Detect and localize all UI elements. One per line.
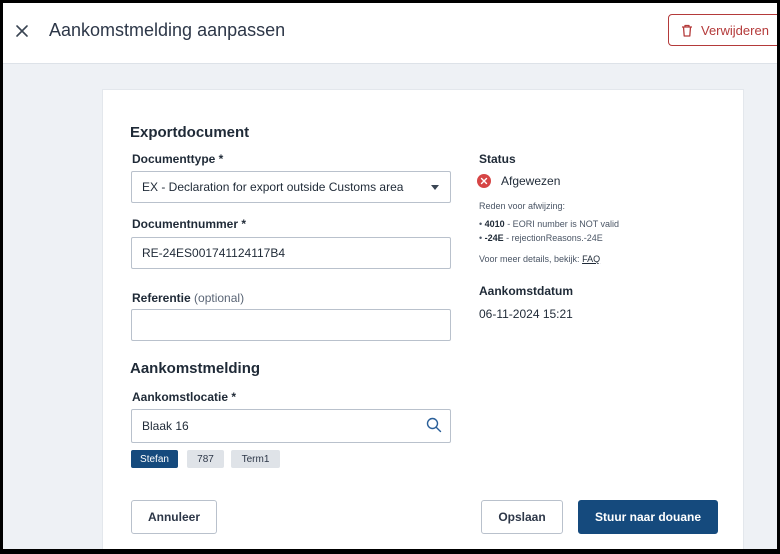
location-chip-stefan[interactable]: Stefan bbox=[131, 450, 178, 468]
list-item: • -24E - rejectionReasons.-24E bbox=[479, 233, 603, 243]
document-number-label: Documentnummer * bbox=[132, 217, 247, 231]
reference-label-text: Referentie bbox=[132, 291, 191, 305]
arrival-location-search[interactable]: Blaak 16 bbox=[131, 409, 451, 443]
status-row: Afgewezen bbox=[477, 174, 560, 188]
reason-text: - EORI number is NOT valid bbox=[504, 219, 620, 229]
search-icon[interactable] bbox=[426, 417, 442, 433]
error-icon bbox=[477, 174, 491, 188]
cancel-button[interactable]: Annuleer bbox=[131, 500, 217, 534]
section-title-exportdocument: Exportdocument bbox=[130, 124, 250, 141]
document-type-label: Documenttype * bbox=[132, 152, 224, 166]
rejection-reason-title: Reden voor afwijzing: bbox=[479, 201, 566, 211]
form-card: Exportdocument Documenttype * EX - Decla… bbox=[102, 89, 744, 549]
reason-code: -24E bbox=[484, 233, 504, 243]
delete-button[interactable]: Verwijderen bbox=[668, 14, 777, 46]
reason-text: - rejectionReasons.-24E bbox=[503, 233, 603, 243]
reference-label: Referentie (optional) bbox=[132, 291, 244, 305]
more-details-text: Voor meer details, bekijk: FAQ bbox=[479, 254, 600, 264]
page-header: Aankomstmelding aanpassen Verwijderen bbox=[3, 3, 777, 64]
document-number-input[interactable] bbox=[131, 237, 451, 269]
status-label: Status bbox=[479, 152, 516, 166]
document-type-value: EX - Declaration for export outside Cust… bbox=[142, 180, 404, 194]
send-to-customs-button[interactable]: Stuur naar douane bbox=[578, 500, 718, 534]
reference-optional-hint: (optional) bbox=[194, 291, 245, 305]
section-title-aankomstmelding: Aankomstmelding bbox=[130, 360, 261, 377]
document-type-select[interactable]: EX - Declaration for export outside Cust… bbox=[131, 171, 451, 203]
trash-icon bbox=[682, 24, 692, 37]
reference-input[interactable] bbox=[131, 309, 451, 341]
faq-link[interactable]: FAQ bbox=[582, 254, 600, 264]
list-item: • 4010 - EORI number is NOT valid bbox=[479, 219, 620, 229]
page-title: Aankomstmelding aanpassen bbox=[49, 20, 286, 40]
close-button[interactable] bbox=[11, 20, 33, 42]
reason-code: 4010 bbox=[484, 219, 505, 229]
chevron-down-icon bbox=[431, 185, 439, 190]
rejection-reason-list: • 4010 - EORI number is NOT valid • -24E… bbox=[479, 217, 619, 245]
location-chip-787[interactable]: 787 bbox=[187, 450, 224, 468]
arrival-date-label: Aankomstdatum bbox=[479, 284, 574, 298]
status-value: Afgewezen bbox=[501, 174, 561, 188]
save-button[interactable]: Opslaan bbox=[481, 500, 563, 534]
arrival-location-label: Aankomstlocatie * bbox=[132, 390, 237, 404]
location-chip-term1[interactable]: Term1 bbox=[231, 450, 280, 468]
delete-button-label: Verwijderen bbox=[701, 22, 769, 38]
close-icon bbox=[16, 25, 28, 37]
app-window: Aankomstmelding aanpassen Verwijderen Ex… bbox=[3, 3, 777, 549]
arrival-date-value: 06-11-2024 15:21 bbox=[479, 307, 573, 321]
arrival-location-value: Blaak 16 bbox=[142, 419, 189, 433]
more-details-prefix: Voor meer details, bekijk: bbox=[479, 254, 583, 264]
